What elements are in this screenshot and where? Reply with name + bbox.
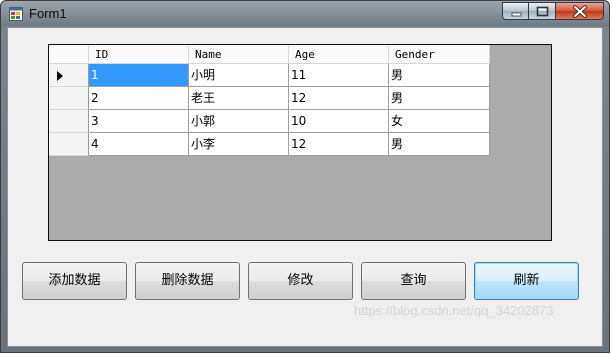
edit-button[interactable]: 修改 xyxy=(248,262,353,300)
maximize-button[interactable] xyxy=(529,2,556,20)
minimize-button[interactable] xyxy=(502,2,529,20)
close-icon xyxy=(573,5,587,18)
row-header[interactable] xyxy=(49,64,89,87)
column-header-id[interactable]: ID xyxy=(89,45,189,64)
row-header[interactable] xyxy=(49,110,89,133)
row-pointer-arrow-icon xyxy=(57,71,63,81)
grid-cell[interactable]: 11 xyxy=(289,64,389,87)
main-window: Form1 ID Name Age Gender 1 小明 11 男 2 老王 … xyxy=(0,0,610,353)
grid-cell[interactable]: 男 xyxy=(389,87,490,110)
add-data-button[interactable]: 添加数据 xyxy=(22,262,127,300)
minimize-icon xyxy=(511,12,522,17)
form-app-icon xyxy=(9,7,23,21)
grid-cell[interactable]: 12 xyxy=(289,87,389,110)
grid-cell[interactable]: 男 xyxy=(389,133,490,156)
refresh-button[interactable]: 刷新 xyxy=(474,262,579,300)
grid-cell[interactable]: 2 xyxy=(89,87,189,110)
grid-cell[interactable]: 10 xyxy=(289,110,389,133)
column-header-age[interactable]: Age xyxy=(289,45,389,64)
grid-cell[interactable]: 小明 xyxy=(189,64,289,87)
grid-cell[interactable]: 12 xyxy=(289,133,389,156)
query-button[interactable]: 查询 xyxy=(361,262,466,300)
row-header[interactable] xyxy=(49,87,89,110)
grid-cell[interactable]: 小李 xyxy=(189,133,289,156)
title-bar[interactable]: Form1 xyxy=(1,1,609,27)
grid-cell[interactable]: 老王 xyxy=(189,87,289,110)
form-client-area: ID Name Age Gender 1 小明 11 男 2 老王 12 男 3… xyxy=(7,27,603,347)
grid-cell[interactable]: 1 xyxy=(89,64,189,87)
delete-data-button[interactable]: 删除数据 xyxy=(135,262,240,300)
grid-cell[interactable]: 小郭 xyxy=(189,110,289,133)
grid-corner-header[interactable] xyxy=(49,45,89,64)
grid-cell[interactable]: 4 xyxy=(89,133,189,156)
column-header-gender[interactable]: Gender xyxy=(389,45,490,64)
maximize-icon xyxy=(536,6,549,17)
watermark-text: https://blog.csdn.net/qq_34202873 xyxy=(354,303,554,318)
column-header-name[interactable]: Name xyxy=(189,45,289,64)
close-button[interactable] xyxy=(556,2,604,20)
grid-cell[interactable]: 男 xyxy=(389,64,490,87)
data-grid-view[interactable]: ID Name Age Gender 1 小明 11 男 2 老王 12 男 3… xyxy=(48,44,552,241)
grid-cell[interactable]: 3 xyxy=(89,110,189,133)
grid-cell[interactable]: 女 xyxy=(389,110,490,133)
row-header[interactable] xyxy=(49,133,89,156)
window-title: Form1 xyxy=(29,6,67,21)
